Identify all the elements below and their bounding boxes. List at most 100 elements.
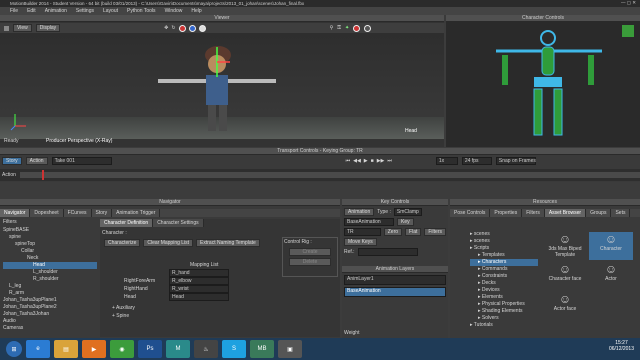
- extract-template-button[interactable]: Extract Naming Template: [196, 239, 260, 247]
- tab-character-settings[interactable]: Character Settings: [153, 219, 204, 227]
- menu-item-python-tools[interactable]: Python Tools: [127, 8, 156, 14]
- fps-dropdown[interactable]: 24 fps: [461, 157, 492, 165]
- viewer-tools[interactable]: ✥ ↻: [164, 24, 206, 32]
- character-model[interactable]: [150, 37, 280, 137]
- tree-item[interactable]: Johan_Tasha3Johan: [3, 311, 97, 318]
- resource-item[interactable]: ▸ Templates: [470, 252, 538, 259]
- menu-item-help[interactable]: Help: [191, 8, 201, 14]
- pin-icon[interactable]: ⚲: [330, 25, 334, 32]
- key-button[interactable]: Key: [397, 218, 414, 226]
- start-button[interactable]: ⊞: [6, 341, 22, 357]
- move-tool-icon[interactable]: ✥: [164, 25, 168, 32]
- zero-button[interactable]: Zero: [383, 228, 403, 236]
- mapping-row[interactable]: RightHand R_wrist: [124, 285, 274, 293]
- tree-item[interactable]: L_leg: [3, 283, 97, 290]
- menu-item-window[interactable]: Window: [165, 8, 183, 14]
- asset-item[interactable]: ☺ Actor face: [543, 292, 587, 320]
- tab-story[interactable]: Story: [91, 209, 113, 217]
- resource-tree[interactable]: ▸ scenes ▸ scenes ▸ Scripts ▸ Templates ▸ Ch…: [470, 231, 538, 335]
- photoshop-icon[interactable]: Ps: [138, 340, 162, 358]
- tree-item[interactable]: Audio: [3, 318, 97, 325]
- viewer-right-tools[interactable]: ⚲ ⚿ ✦: [330, 24, 372, 32]
- anim-layer[interactable]: BaseAnimation: [344, 287, 446, 297]
- tree-item[interactable]: spineTop: [3, 241, 97, 248]
- steam-icon[interactable]: ♨: [194, 340, 218, 358]
- resource-item[interactable]: ▸ Physical Properties: [470, 301, 538, 308]
- character-control-figure[interactable]: [456, 25, 636, 145]
- action-button[interactable]: Action: [25, 157, 48, 165]
- resource-item[interactable]: ▸ Scripts: [470, 245, 538, 252]
- tree-item[interactable]: R_arm: [3, 290, 97, 297]
- menu-item-file[interactable]: File: [10, 8, 18, 14]
- mapping-group[interactable]: + Auxiliary: [112, 305, 135, 313]
- chrome-icon[interactable]: ◉: [110, 340, 134, 358]
- move-keys-button[interactable]: Move Keys: [344, 238, 377, 246]
- key-icon[interactable]: ⚿: [337, 25, 341, 32]
- mapping-value[interactable]: Head: [169, 293, 229, 301]
- delete-button[interactable]: Delete: [289, 258, 331, 266]
- mapping-row[interactable]: R_hand: [124, 269, 274, 277]
- resource-item[interactable]: ▸ scenes: [470, 231, 538, 238]
- menu-item-animation[interactable]: Animation: [45, 8, 67, 14]
- animation-button[interactable]: Animation: [344, 208, 375, 216]
- white-circle-icon[interactable]: [198, 24, 206, 32]
- resource-item[interactable]: ▸ Commands: [470, 266, 538, 273]
- view-button[interactable]: View: [13, 24, 32, 32]
- asset-item[interactable]: ☺ Character face: [543, 262, 587, 290]
- character-select-icon[interactable]: [622, 25, 634, 37]
- tree-item[interactable]: Collar: [3, 248, 97, 255]
- mapping-value[interactable]: R_elbow: [169, 277, 229, 285]
- filters-label[interactable]: Filters: [3, 219, 17, 225]
- anim-layer[interactable]: AnimLayer1: [344, 275, 446, 285]
- tab-asset-browser[interactable]: Asset Browser: [544, 209, 587, 217]
- tab-properties[interactable]: Properties: [490, 209, 523, 217]
- playhead[interactable]: [42, 170, 44, 180]
- stop-icon[interactable]: ■: [371, 158, 374, 164]
- filters-button[interactable]: Filters: [424, 228, 446, 236]
- blue-circle-icon[interactable]: [188, 24, 196, 32]
- create-button[interactable]: Create: [289, 248, 331, 256]
- maya-icon[interactable]: M: [166, 340, 190, 358]
- tab-dopesheet[interactable]: Dopesheet: [30, 209, 64, 217]
- resource-item[interactable]: ▸ Characters: [470, 259, 538, 266]
- asset-grid[interactable]: ☺ 3ds Max Biped Template ☺ Character ☺ Charac…: [542, 231, 638, 335]
- tab-character-definition[interactable]: Character Definition: [100, 219, 154, 227]
- menu-item-edit[interactable]: Edit: [27, 8, 36, 14]
- tree-item[interactable]: spine: [3, 234, 97, 241]
- tree-item[interactable]: Johan_Tasha3upPlane1: [3, 297, 97, 304]
- mapping-row[interactable]: Head Head: [124, 293, 274, 301]
- tree-item[interactable]: SpineBASE: [3, 227, 97, 234]
- axis-icon[interactable]: ✦: [345, 25, 349, 32]
- keying-group-dropdown[interactable]: TR: [344, 228, 381, 236]
- flat-button[interactable]: Flat: [405, 228, 422, 236]
- display-button[interactable]: Display: [35, 24, 61, 32]
- resource-item[interactable]: ▸ Decks: [470, 280, 538, 287]
- timeline[interactable]: Action: [0, 169, 640, 181]
- mapping-value[interactable]: R_hand: [169, 269, 229, 277]
- tab-filters[interactable]: Filters: [522, 209, 545, 217]
- mapping-list[interactable]: R_hand RightForeArm R_elbow RightHand R_wris…: [124, 269, 274, 301]
- tab-fcurves[interactable]: FCurves: [63, 209, 92, 217]
- layer-dropdown[interactable]: BaseAnimation: [344, 218, 394, 226]
- record-icon[interactable]: [353, 24, 361, 32]
- scene-tree[interactable]: SpineBASE spine spineTop Collar Neck Head L_sh…: [3, 227, 97, 337]
- resource-item[interactable]: ▸ Elements: [470, 294, 538, 301]
- media-icon[interactable]: ▶: [82, 340, 106, 358]
- tree-item[interactable]: Cameras: [3, 325, 97, 332]
- tree-item[interactable]: Head: [3, 262, 97, 269]
- go-end-icon[interactable]: ⏭: [387, 158, 392, 164]
- menu-item-settings[interactable]: Settings: [76, 8, 94, 14]
- mapping-group[interactable]: + Spine: [112, 313, 135, 321]
- asset-item[interactable]: ☺ 3ds Max Biped Template: [543, 232, 587, 260]
- mapping-value[interactable]: R_wrist: [169, 285, 229, 293]
- resource-item[interactable]: ▸ scenes: [470, 238, 538, 245]
- resource-item[interactable]: ▸ Solvers: [470, 315, 538, 322]
- take-dropdown[interactable]: Take 001: [51, 157, 112, 165]
- resource-item[interactable]: ▸ Shading Elements: [470, 308, 538, 315]
- asset-item[interactable]: ☺ Actor: [589, 262, 633, 290]
- menu-icon[interactable]: [4, 25, 9, 31]
- tab-sets[interactable]: Sets: [611, 209, 631, 217]
- mapping-row[interactable]: RightForeArm R_elbow: [124, 277, 274, 285]
- playback-controls[interactable]: ⏮ ◀◀ ▶ ■ ▶▶ ⏭: [346, 158, 392, 164]
- ie-icon[interactable]: e: [26, 340, 50, 358]
